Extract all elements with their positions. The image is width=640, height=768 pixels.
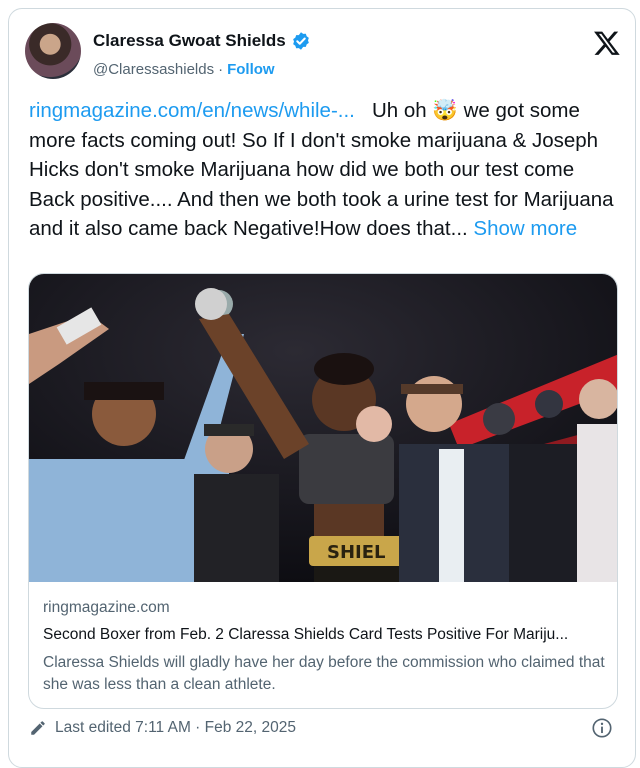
article-photo[interactable]: SHIEL xyxy=(29,274,617,582)
tweet-body-start: Uh oh xyxy=(371,99,427,122)
avatar[interactable] xyxy=(25,23,81,79)
embedded-tweet-card: Claressa Gwoat Shields @Claressashields … xyxy=(8,8,636,768)
link-preview-card[interactable]: SHIEL ringmagazine.com Second Boxer from… xyxy=(28,273,618,709)
x-logo-glyph xyxy=(594,31,620,55)
author-handle-row: @Claressashields · Follow xyxy=(93,61,275,78)
tweet-text: ringmagazine.com/en/news/while-... Uh oh… xyxy=(29,96,625,244)
verified-badge-icon xyxy=(292,32,309,50)
author-name[interactable]: Claressa Gwoat Shields xyxy=(93,31,286,51)
exploding-head-emoji: 🤯 xyxy=(432,98,458,122)
link-card-title[interactable]: Second Boxer from Feb. 2 Claressa Shield… xyxy=(43,626,605,644)
x-logo-icon[interactable] xyxy=(593,29,621,63)
boxing-photo-illustration: SHIEL xyxy=(29,274,617,582)
author-handle[interactable]: @Claressashields xyxy=(93,61,214,78)
link-card-domain: ringmagazine.com xyxy=(43,599,170,616)
last-edited-row[interactable]: Last edited 7:11 AM · Feb 22, 2025 xyxy=(29,719,296,737)
follow-button[interactable]: Follow xyxy=(227,61,275,78)
belt-text: SHIEL xyxy=(327,542,386,563)
pencil-icon xyxy=(31,721,45,735)
info-icon[interactable] xyxy=(591,717,613,739)
tweet-link[interactable]: ringmagazine.com/en/news/while-... xyxy=(29,99,355,122)
link-card-description: Claressa Shields will gladly have her da… xyxy=(43,654,605,693)
last-edited-text: Last edited 7:11 AM · Feb 22, 2025 xyxy=(55,719,296,736)
show-more-link[interactable]: Show more xyxy=(473,217,577,240)
author-name-row: Claressa Gwoat Shields xyxy=(93,31,311,51)
separator-dot: · xyxy=(218,61,224,78)
